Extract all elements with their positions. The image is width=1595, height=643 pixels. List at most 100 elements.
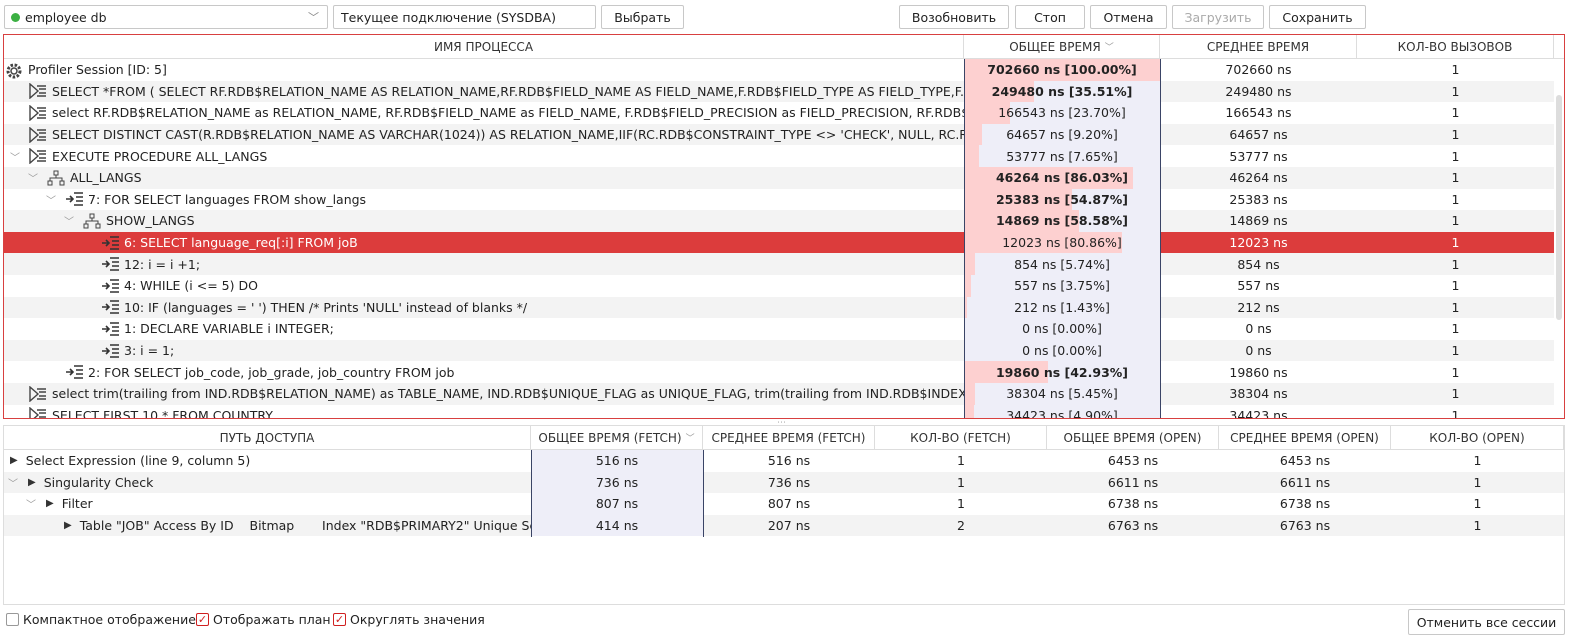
plan-name: Table "JOB" Access By ID Bitmap Index "R…	[79, 518, 531, 534]
column-header-label: ОБЩЕЕ ВРЕМЯ (FETCH)	[538, 430, 682, 445]
query-icon	[29, 406, 47, 418]
plan-row[interactable]: ﹀ ▶ Singularity Check 736 ns 736 ns 1 6611 ns 6…	[4, 471, 1564, 494]
process-row[interactable]: 12: i = i +1; 854 ns [5.74%] 854 ns 1	[4, 253, 1554, 275]
statement-icon	[101, 343, 119, 359]
process-row[interactable]: Profiler Session [ID: 5] 702660 ns [100.0…	[4, 59, 1554, 81]
plan-name-cell: ▶ Filter	[4, 493, 531, 515]
column-header[interactable]: СРЕДНЕЕ ВРЕМЯ (FETCH)	[703, 426, 875, 450]
avg-time: 25383 ns	[1229, 191, 1288, 207]
call-count: 1	[1451, 235, 1460, 251]
connection-field[interactable]: Текущее подключение (SYSDBA)	[333, 5, 596, 29]
process-name: 6: SELECT language_req[:i] FROM joB	[124, 235, 358, 251]
process-name: Profiler Session [ID: 5]	[28, 62, 167, 78]
process-row[interactable]: 6: SELECT language_req[:i] FROM joB 12023…	[4, 231, 1554, 254]
column-header-label: ОБЩЕЕ ВРЕМЯ	[1009, 39, 1101, 54]
column-header[interactable]: ОБЩЕЕ ВРЕМЯ (FETCH) ﹀	[531, 426, 703, 450]
expand-triangle-icon[interactable]: ▶	[64, 520, 72, 531]
column-header-label: ОБЩЕЕ ВРЕМЯ (OPEN)	[1063, 430, 1202, 445]
show-plan-checkbox[interactable]: ✓ Отображать план	[196, 612, 331, 627]
column-header[interactable]: КОЛ-ВО (FETCH)	[875, 426, 1047, 450]
chevron-down-icon[interactable]: ﹀	[46, 192, 56, 207]
plan-value: 807 ns	[531, 493, 703, 515]
total-time: 854 ns [5.74%]	[1014, 256, 1110, 272]
process-row[interactable]: SELECT DISTINCT CAST(R.RDB$RELATION_NAME…	[4, 123, 1554, 146]
process-row[interactable]: 1: DECLARE VARIABLE i INTEGER; 0 ns [0.00…	[4, 318, 1554, 340]
total-time-cell: 249480 ns [35.51%]	[964, 80, 1160, 103]
avg-time: 557 ns	[1237, 278, 1280, 294]
process-row[interactable]: 3: i = 1; 0 ns [0.00%] 0 ns 1	[4, 339, 1554, 362]
column-header[interactable]: ИМЯ ПРОЦЕССА	[4, 35, 964, 59]
column-header[interactable]: ПУТЬ ДОСТУПА	[4, 426, 531, 450]
call-count: 1	[1451, 83, 1460, 99]
process-name-cell: 12: i = i +1;	[4, 253, 964, 275]
process-row[interactable]: 7: FOR SELECT languages FROM show_langs ﹀…	[4, 188, 1554, 211]
process-row[interactable]: SELECT FIRST 10 * FROM COUNTRY 34423 ns […	[4, 404, 1554, 418]
call-count: 1	[1451, 278, 1460, 294]
column-header[interactable]: ОБЩЕЕ ВРЕМЯ (OPEN)	[1047, 426, 1219, 450]
chevron-down-icon[interactable]: ﹀	[28, 170, 38, 185]
plan-value: 414 ns	[531, 514, 703, 537]
expand-triangle-icon[interactable]: ▶	[46, 498, 54, 509]
total-time-cell: 557 ns [3.75%]	[964, 275, 1160, 297]
process-row[interactable]: ALL_LANGS ﹀ 46264 ns [86.03%] 46264 ns 1	[4, 167, 1554, 189]
plan-value: 6738 ns	[1107, 496, 1159, 512]
total-time: 702660 ns [100.00%]	[987, 62, 1137, 78]
process-name-cell: 6: SELECT language_req[:i] FROM joB	[4, 232, 964, 254]
stop-button[interactable]: Стоп	[1015, 5, 1085, 29]
column-header[interactable]: КОЛ-ВО ВЫЗОВОВ	[1357, 35, 1554, 59]
column-header[interactable]: СРЕДНЕЕ ВРЕМЯ (OPEN)	[1219, 426, 1391, 450]
load-button[interactable]: Загрузить	[1172, 5, 1264, 29]
plan-value: 736 ns	[531, 471, 703, 494]
database-select[interactable]: employee db ﹀	[4, 5, 328, 29]
process-row[interactable]: 2: FOR SELECT job_code, job_grade, job_c…	[4, 361, 1554, 383]
chevron-down-icon[interactable]: ﹀	[64, 213, 74, 228]
round-values-checkbox[interactable]: ✓ Округлять значения	[333, 612, 485, 627]
total-time: 249480 ns [35.51%]	[991, 83, 1133, 99]
column-header[interactable]: КОЛ-ВО (OPEN)	[1391, 426, 1564, 450]
compact-view-checkbox[interactable]: Компактное отображение	[6, 612, 196, 627]
total-time-cell: 34423 ns [4.90%]	[964, 404, 1160, 418]
plan-row[interactable]: ▶ Select Expression (line 9, column 5) 516…	[4, 450, 1564, 472]
process-row[interactable]: select RF.RDB$RELATION_NAME as RELATION_…	[4, 102, 1554, 124]
total-time: 557 ns [3.75%]	[1014, 278, 1110, 294]
avg-time: 53777 ns	[1229, 148, 1288, 164]
cancel-button[interactable]: Отмена	[1090, 5, 1167, 29]
resume-button[interactable]: Возобновить	[899, 5, 1009, 29]
scrollbar[interactable]	[1556, 95, 1562, 320]
chevron-down-icon[interactable]: ﹀	[10, 149, 20, 164]
plan-row[interactable]: ﹀ ▶ Filter 807 ns 807 ns 1 6738 ns 6738 ns 1	[4, 493, 1564, 515]
call-count: 1	[1451, 148, 1460, 164]
procedure-icon	[47, 170, 65, 186]
process-row[interactable]: select trim(trailing from IND.RDB$RELATI…	[4, 383, 1554, 405]
plan-value: 6611 ns	[1279, 474, 1331, 490]
avg-time: 166543 ns	[1225, 105, 1292, 121]
column-header[interactable]: ОБЩЕЕ ВРЕМЯ ﹀	[964, 35, 1160, 59]
avg-time: 0 ns	[1245, 343, 1272, 359]
process-row[interactable]: EXECUTE PROCEDURE ALL_LANGS ﹀ 53777 ns [7.…	[4, 145, 1554, 167]
process-row[interactable]: 4: WHILE (i <= 5) DO 557 ns [3.75%] 557 ns…	[4, 275, 1554, 297]
percent-bar	[964, 383, 975, 405]
plan-table: ПУТЬ ДОСТУПА ОБЩЕЕ ВРЕМЯ (FETCH) ﹀ СРЕДНЕЕ …	[3, 425, 1565, 605]
process-row[interactable]: SELECT *FROM ( SELECT RF.RDB$RELATION_NA…	[4, 80, 1554, 103]
select-button[interactable]: Выбрать	[601, 5, 684, 29]
cancel-all-sessions-button[interactable]: Отменить все сессии	[1408, 609, 1565, 635]
process-row[interactable]: SHOW_LANGS ﹀ 14869 ns [58.58%] 14869 ns 1	[4, 210, 1554, 232]
expand-triangle-icon[interactable]: ▶	[10, 455, 18, 466]
plan-value: 1	[957, 474, 965, 490]
compact-label: Компактное отображение	[23, 612, 196, 627]
total-time-cell: 46264 ns [86.03%]	[964, 167, 1160, 189]
total-time-cell: 212 ns [1.43%]	[964, 296, 1160, 319]
column-header[interactable]: СРЕДНЕЕ ВРЕМЯ	[1160, 35, 1357, 59]
process-name-cell: 10: IF (languages = ' ') THEN /* Prints …	[4, 297, 964, 319]
process-row[interactable]: 10: IF (languages = ' ') THEN /* Prints …	[4, 296, 1554, 319]
total-time: 25383 ns [54.87%]	[995, 191, 1129, 207]
column-header-label: СРЕДНЕЕ ВРЕМЯ	[1206, 39, 1310, 54]
column-header-label: КОЛ-ВО (OPEN)	[1429, 430, 1525, 445]
percent-bar	[964, 123, 983, 146]
total-time: 0 ns [0.00%]	[1022, 321, 1102, 337]
save-button[interactable]: Сохранить	[1269, 5, 1366, 29]
plan-row[interactable]: ▶ Table "JOB" Access By ID Bitmap Index "…	[4, 514, 1564, 537]
process-name-cell: 3: i = 1;	[4, 340, 964, 362]
expand-triangle-icon[interactable]: ▶	[28, 477, 36, 488]
plan-value: 1	[1473, 474, 1482, 490]
